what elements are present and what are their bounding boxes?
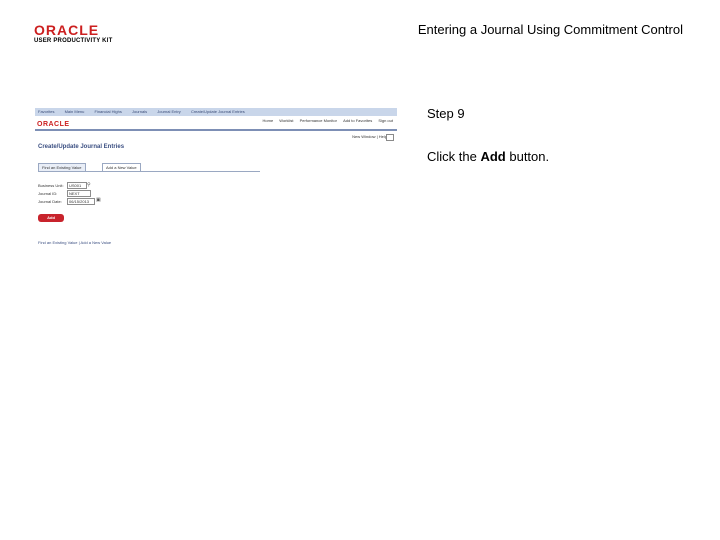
instruction-suffix: button. xyxy=(505,149,550,164)
tab-underline xyxy=(38,171,260,172)
instruction-text: Click the Add button. xyxy=(427,149,549,164)
new-window-icon[interactable] xyxy=(386,134,394,141)
menu-sign-out[interactable]: Sign out xyxy=(378,118,393,123)
slide-title: Entering a Journal Using Commitment Cont… xyxy=(417,22,683,37)
oracle-upk-logo: ORACLE USER PRODUCTIVITY KIT xyxy=(34,23,124,45)
nav-item-create-update[interactable]: Create/Update Journal Entries xyxy=(191,109,245,114)
logo-subtitle: USER PRODUCTIVITY KIT xyxy=(34,38,113,44)
nav-item-favorites[interactable]: Favorites xyxy=(38,109,54,114)
header-divider xyxy=(35,129,397,131)
menu-performance-monitor[interactable]: Performance Monitor xyxy=(300,118,337,123)
app-logo: ORACLE xyxy=(37,121,70,128)
business-unit-input[interactable]: US001 xyxy=(67,182,87,189)
bottom-links[interactable]: Find an Existing Value | Add a New Value xyxy=(38,240,111,245)
business-unit-label: Business Unit: xyxy=(38,183,64,188)
journal-date-label: Journal Date: xyxy=(38,199,62,204)
instruction-prefix: Click the xyxy=(427,149,481,164)
menu-add-to-favorites[interactable]: Add to Favorites xyxy=(343,118,372,123)
menu-home[interactable]: Home xyxy=(263,118,274,123)
nav-item-journals[interactable]: Journals xyxy=(132,109,147,114)
calendar-icon[interactable]: ▣ xyxy=(96,198,101,203)
page-heading: Create/Update Journal Entries xyxy=(38,144,125,150)
journal-id-label: Journal ID: xyxy=(38,191,58,196)
nav-item-main-menu[interactable]: Main Menu xyxy=(65,109,85,114)
step-number: Step 9 xyxy=(427,106,465,121)
menu-worklist[interactable]: Worklist xyxy=(279,118,293,123)
top-menu: Home Worklist Performance Monitor Add to… xyxy=(258,118,394,123)
journal-date-input[interactable]: 06/15/2013 xyxy=(67,198,95,205)
lookup-icon[interactable]: ⚲ xyxy=(87,183,91,188)
app-screenshot: Favorites Main Menu Financial Highs Jour… xyxy=(35,106,397,256)
instruction-bold-target: Add xyxy=(480,149,506,164)
new-window-link[interactable]: New Window | Help xyxy=(352,134,387,139)
nav-item-journal-entry[interactable]: Journal Entry xyxy=(157,109,181,114)
add-button[interactable]: Add xyxy=(38,214,64,222)
journal-id-input[interactable]: NEXT xyxy=(67,190,91,197)
breadcrumb-navbar: Favorites Main Menu Financial Highs Jour… xyxy=(35,108,397,116)
nav-item-financials[interactable]: Financial Highs xyxy=(95,109,122,114)
logo-wordmark: ORACLE xyxy=(34,22,100,38)
